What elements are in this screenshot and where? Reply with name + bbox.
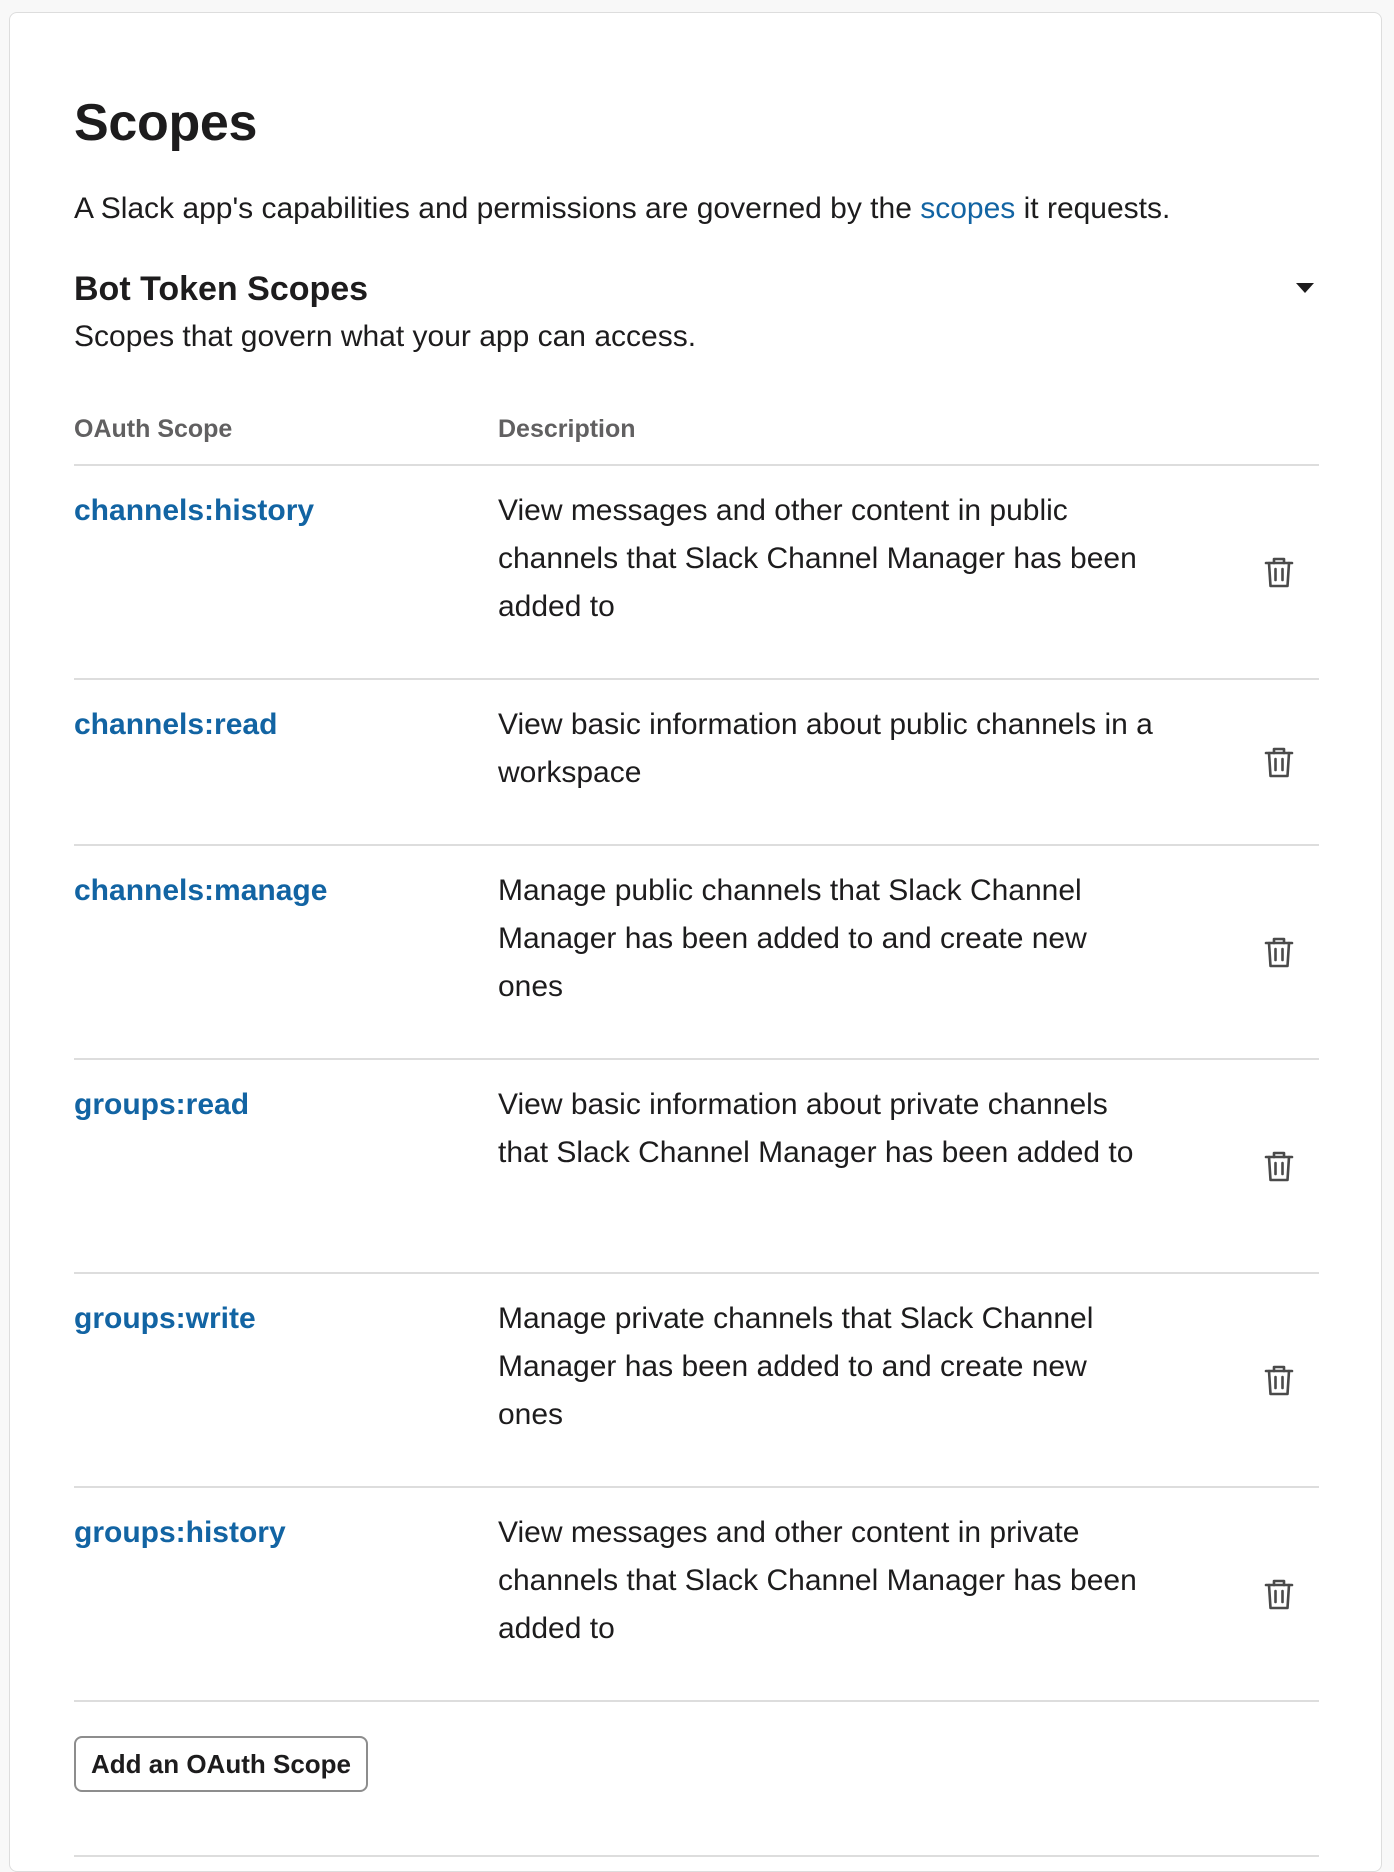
page-title: Scopes <box>74 94 258 152</box>
scope-link[interactable]: channels:history <box>74 487 314 535</box>
table-row: groups:write Manage private channels tha… <box>74 1274 1319 1488</box>
section-collapse-toggle[interactable] <box>1290 275 1320 301</box>
scope-description: View messages and other content in priva… <box>498 1516 1137 1645</box>
scope-list: channels:history View messages and other… <box>74 466 1319 1702</box>
table-row: groups:history View messages and other c… <box>74 1488 1319 1702</box>
section-subtitle: Scopes that govern what your app can acc… <box>74 320 697 353</box>
section-bottom-divider <box>74 1855 1319 1857</box>
trash-icon <box>1264 1579 1294 1610</box>
table-row: channels:manage Manage public channels t… <box>74 846 1319 1060</box>
intro-text-end: it requests. <box>1015 192 1171 225</box>
remove-scope-button[interactable] <box>1259 742 1299 782</box>
scope-description: View basic information about private cha… <box>498 1088 1134 1169</box>
trash-icon <box>1264 557 1294 588</box>
scope-link[interactable]: channels:read <box>74 701 277 749</box>
intro-text: A Slack app's capabilities and permissio… <box>74 189 1170 229</box>
remove-scope-button[interactable] <box>1259 552 1299 592</box>
remove-scope-button[interactable] <box>1259 1574 1299 1614</box>
column-header-scope: OAuth Scope <box>74 415 233 443</box>
scope-description: View basic information about public chan… <box>498 708 1153 789</box>
remove-scope-button[interactable] <box>1259 932 1299 972</box>
scope-description: View messages and other content in publi… <box>498 494 1137 623</box>
table-row: channels:history View messages and other… <box>74 466 1319 680</box>
remove-scope-button[interactable] <box>1259 1360 1299 1400</box>
scope-link[interactable]: channels:manage <box>74 867 327 915</box>
scope-link[interactable]: groups:read <box>74 1081 249 1129</box>
table-row: channels:read View basic information abo… <box>74 680 1319 846</box>
add-oauth-scope-button[interactable]: Add an OAuth Scope <box>74 1736 368 1792</box>
table-row: groups:read View basic information about… <box>74 1060 1319 1274</box>
trash-icon <box>1264 1365 1294 1396</box>
scopes-doc-link[interactable]: scopes <box>920 192 1015 225</box>
scope-description: Manage private channels that Slack Chann… <box>498 1302 1094 1431</box>
section-title: Bot Token Scopes <box>74 270 369 308</box>
caret-down-icon <box>1296 283 1314 293</box>
trash-icon <box>1264 1151 1294 1182</box>
column-header-description: Description <box>498 415 636 443</box>
scopes-card: Scopes A Slack app's capabilities and pe… <box>9 12 1382 1872</box>
trash-icon <box>1264 937 1294 968</box>
intro-text-start: A Slack app's capabilities and permissio… <box>74 192 921 225</box>
remove-scope-button[interactable] <box>1259 1146 1299 1186</box>
scope-link[interactable]: groups:history <box>74 1509 286 1557</box>
trash-icon <box>1264 747 1294 778</box>
scope-link[interactable]: groups:write <box>74 1295 256 1343</box>
scope-description: Manage public channels that Slack Channe… <box>498 874 1087 1003</box>
